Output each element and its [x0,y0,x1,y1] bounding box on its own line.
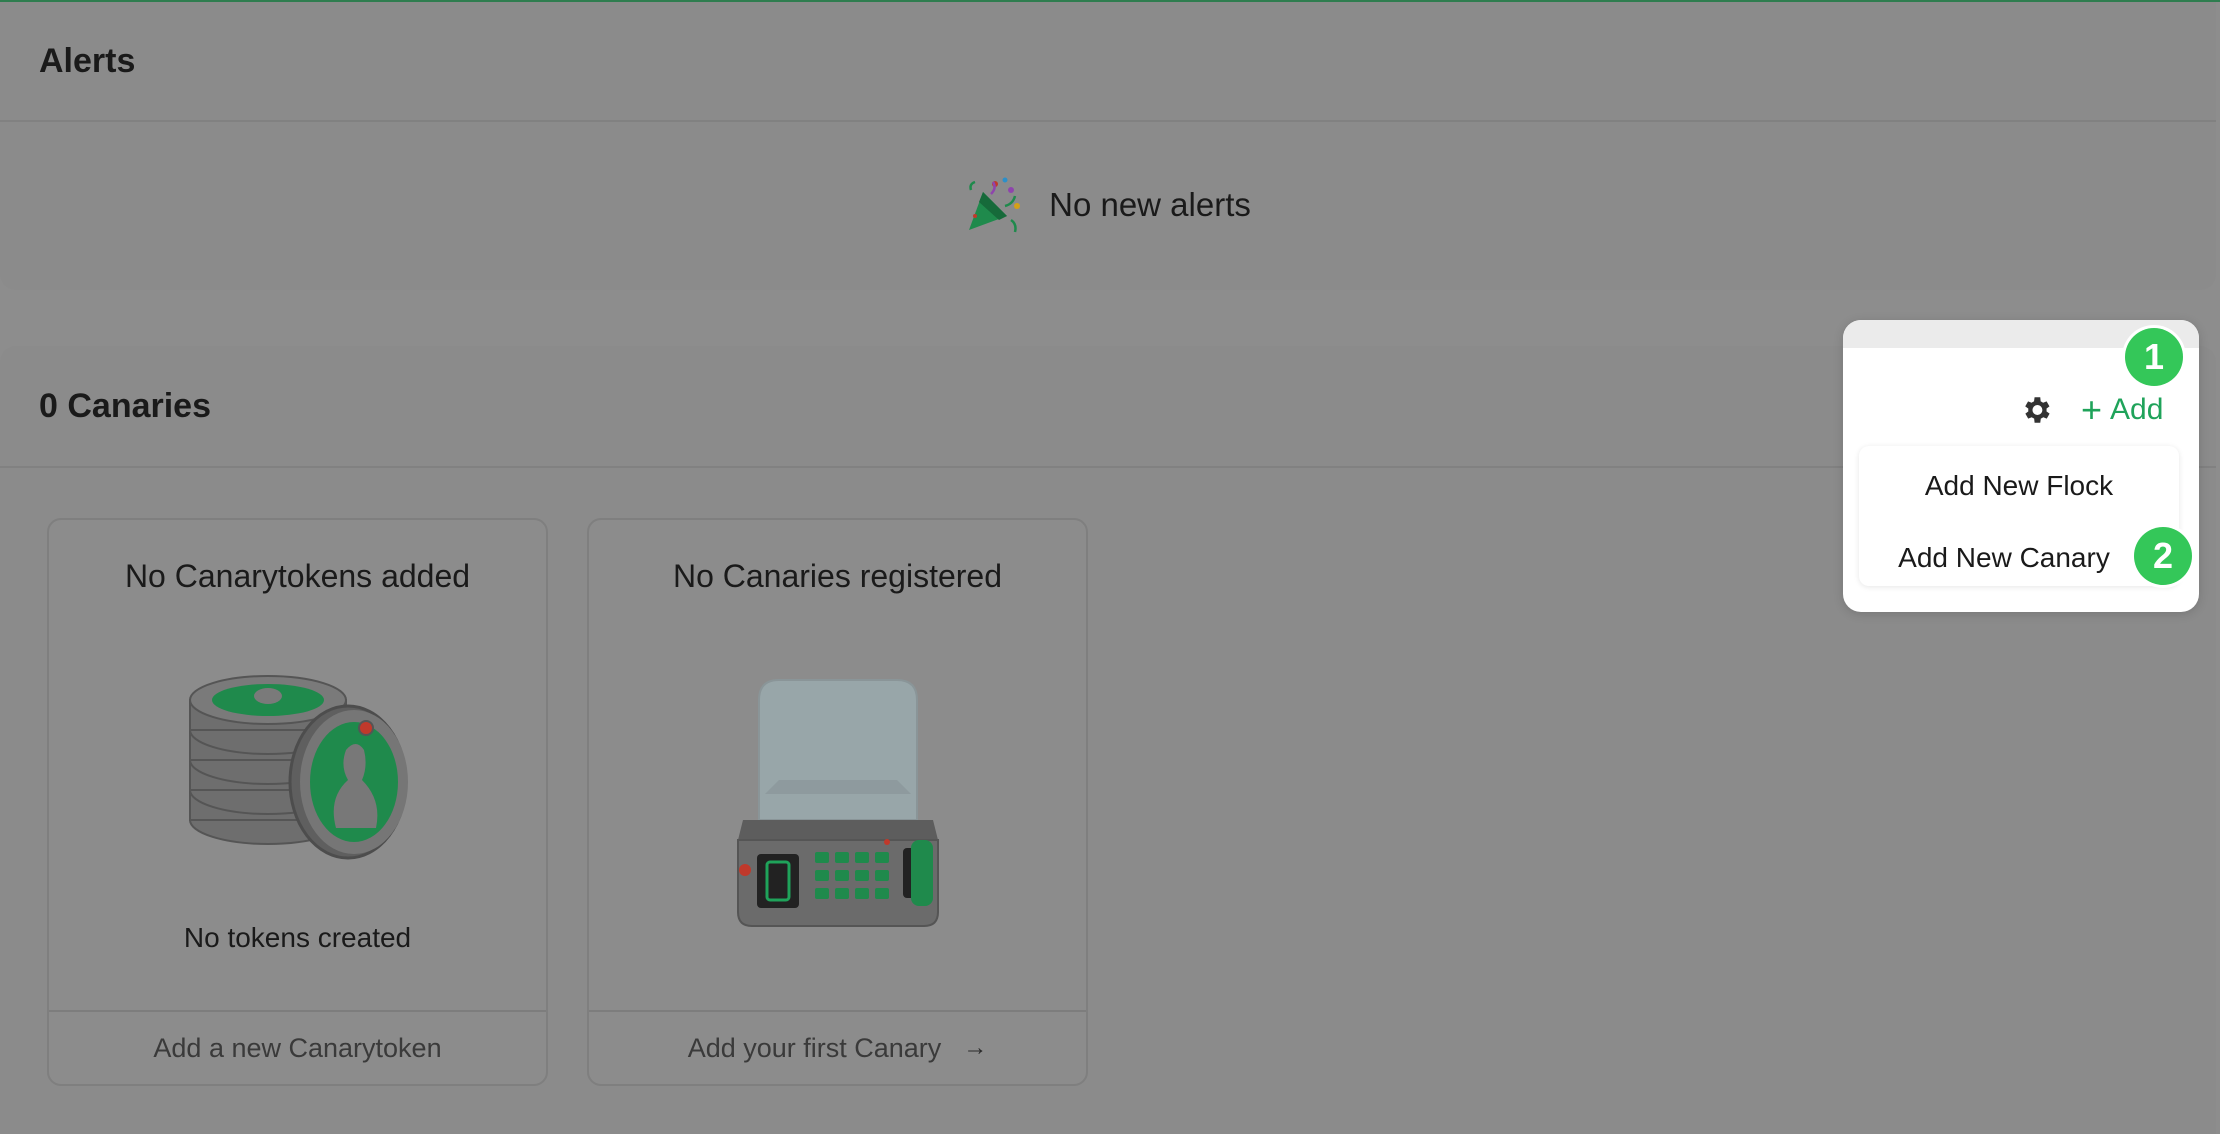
alerts-empty-state: No new alerts [0,122,2216,288]
add-button-label: Add [2110,393,2164,426]
add-canarytoken-button[interactable]: Add a new Canarytoken [49,1010,546,1084]
canaries-title: 0 Canaries [39,386,211,425]
add-dropdown-menu: Add New Flock Add New Canary [1859,446,2179,586]
add-first-canary-button[interactable]: Add your first Canary → [589,1010,1086,1084]
arrow-right-icon: → [963,1034,988,1061]
alerts-title: Alerts [39,41,136,80]
alerts-header: Alerts [0,2,2216,122]
canaries-card-title: No Canaries registered [672,558,1003,594]
plus-icon: + [2081,389,2103,430]
menu-item-label: Add New Canary [1898,542,2110,573]
step-badge-1: 1 [2125,328,2183,386]
add-button[interactable]: + Add [2081,388,2163,432]
canarytokens-card-title: No Canarytokens added [124,558,471,594]
canary-device-icon [736,679,939,927]
no-alerts-text: No new alerts [1049,186,1251,223]
menu-item-label: Add New Flock [1924,470,2114,501]
canaries-card: No Canaries registered Add your first Ca… [587,518,1088,1086]
step-badge-2: 2 [2134,527,2192,585]
alerts-panel: Alerts No new alerts [0,2,2216,290]
menu-item-add-new-flock[interactable]: Add New Flock [1859,456,2179,516]
party-popper-icon [969,177,1021,233]
add-first-canary-label: Add your first Canary [687,1032,942,1063]
menu-item-add-new-canary[interactable]: Add New Canary [1859,528,2179,588]
add-canarytoken-label: Add a new Canarytoken [153,1032,442,1063]
canarytokens-illustration [49,670,546,870]
canarytokens-card: No Canarytokens added No tokens created … [47,518,548,1086]
no-tokens-text: No tokens created [183,922,412,953]
gear-icon[interactable] [2019,393,2053,427]
canarytoken-coins-icon [188,675,408,860]
canaries-illustration [589,670,1086,930]
